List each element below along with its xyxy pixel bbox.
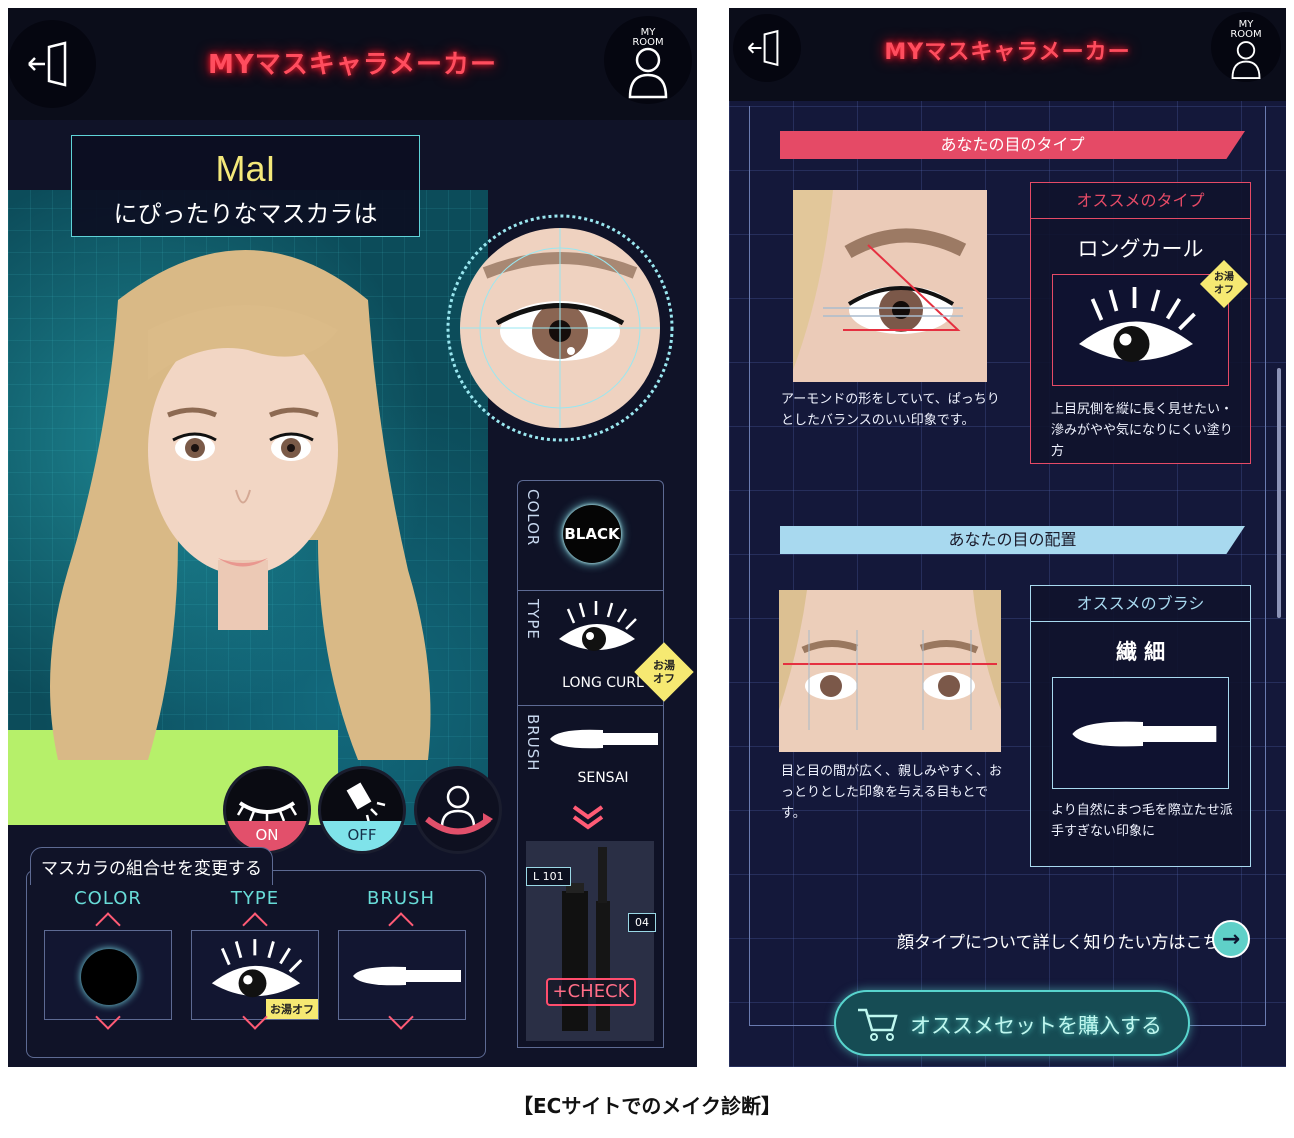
eye-type-description: アーモンドの形をしていて、ぱっちりとしたバランスのいい印象です。	[781, 392, 1000, 428]
myroom-button[interactable]: MY ROOM	[1211, 12, 1281, 82]
combo-color-head: COLOR	[74, 888, 142, 909]
brush-icon	[1072, 721, 1217, 747]
long-curl-eye-icon	[1079, 287, 1196, 362]
spotlight-icon	[346, 782, 386, 824]
myroom-button[interactable]: MY ROOM	[604, 16, 692, 104]
result-subtitle: にぴったりなマスカラは	[113, 200, 378, 228]
chevron-down-icon[interactable]	[568, 801, 608, 831]
combo-title: マスカラの組合せを変更する	[30, 847, 273, 885]
left-screen: MYマスキャラメーカー MY ROOM MaI にぴったりなマスカラは COLO…	[8, 8, 697, 1067]
recommended-brush-name: 繊 細	[1115, 640, 1166, 664]
myroom-label: MY ROOM	[1230, 19, 1262, 40]
light-toggle-label: OFF	[321, 821, 403, 851]
recommended-brush-box: オススメのブラシ 繊 細 より自然にまつ毛を際立たせ派手すぎない印象に	[1030, 585, 1251, 867]
recommended-brush-image	[1052, 677, 1229, 789]
app-title: MYマスキャラメーカー	[208, 50, 497, 80]
check-button[interactable]: +CHECK	[546, 978, 636, 1006]
color-label: COLOR	[524, 489, 542, 547]
light-toggle[interactable]: OFF	[318, 766, 406, 854]
right-screen: MYマスキャラメーカー MY ROOM あなたの目のタイプ アーモンドの形をして…	[729, 8, 1286, 1067]
header: MYマスキャラメーカー MY ROOM	[729, 8, 1286, 101]
eye-type-banner: あなたの目のタイプ	[780, 131, 1245, 159]
color-section: COLOR BLACK	[518, 481, 663, 591]
buy-set-label: オススメセットを購入する	[910, 1014, 1162, 1038]
recommended-brush-description: より自然にまつ毛を際立たせ派手すぎない印象に	[1051, 803, 1233, 839]
figure-caption: 【ECサイトでのメイク診断】	[513, 1094, 781, 1118]
hot-water-off-tag: お湯オフ	[266, 999, 318, 1019]
color-value-badge: BLACK	[563, 505, 621, 563]
type-section: TYPE LONG CURL お湯 オフ	[518, 591, 694, 706]
user-name: MaI	[215, 148, 276, 189]
app-title: MYマスキャラメーカー	[884, 40, 1131, 65]
result-name-box: MaI にぴったりなマスカラは	[71, 135, 420, 237]
avatar-illustration	[8, 250, 431, 825]
product-tag-right: 04	[628, 913, 656, 932]
recommended-brush-heading: オススメのブラシ	[1031, 586, 1250, 622]
brush-icon	[550, 729, 658, 749]
brush-section: BRUSH SENSAI	[518, 706, 663, 806]
cart-icon	[858, 1008, 898, 1041]
hot-water-off-text: お湯 オフ	[653, 659, 675, 685]
scrollbar[interactable]	[1277, 368, 1281, 618]
recommended-type-box: オススメのタイプ ロングカール お湯 オフ 上目尻側を縦に長く見せたい・滲みがや…	[1030, 182, 1251, 464]
header: MYマスキャラメーカー MY ROOM	[8, 8, 697, 120]
brush-value: SENSAI	[577, 770, 629, 786]
rotate-person-icon	[425, 785, 493, 835]
eye-type-photo	[793, 190, 987, 382]
long-curl-eye-icon	[559, 601, 637, 651]
arrow-right-icon[interactable]: →	[1212, 920, 1250, 958]
mascara-summary-panel: COLOR BLACK TYPE LONG CURL お湯 オフ BRUSH S…	[517, 480, 694, 1048]
type-label: TYPE	[524, 599, 542, 640]
eye-placement-banner: あなたの目の配置	[780, 526, 1245, 554]
brush-label: BRUSH	[524, 714, 542, 772]
brush-icon	[353, 966, 461, 986]
myroom-label: MY ROOM	[632, 27, 664, 48]
hot-water-off-text: お湯 オフ	[1214, 272, 1234, 296]
eye-spacing-analysis-image	[779, 590, 1001, 752]
recommended-type-heading: オススメのタイプ	[1031, 183, 1250, 219]
eye-shape-analysis-image	[793, 190, 987, 382]
eye-zoom-view	[446, 214, 674, 442]
combo-type-head: TYPE	[230, 888, 280, 909]
face-type-info-link[interactable]: 顔タイプについて詳しく知りたい方はこちら	[897, 928, 1237, 953]
rotate-avatar-button[interactable]	[414, 766, 502, 854]
product-tag-left: L 101	[526, 867, 571, 886]
eye-placement-description: 目と目の間が広く、親しみやすく、おっとりとした印象を与える目もとです。	[781, 764, 1003, 821]
recommended-type-name: ロングカール	[1077, 237, 1204, 261]
user-icon	[1231, 41, 1261, 79]
recommended-type-description: 上目尻側を縦に長く見せたい・滲みがやや気になりにくい塗り方	[1051, 402, 1234, 459]
eyelash-icon	[236, 801, 298, 824]
color-swatch	[81, 949, 137, 1005]
user-icon	[628, 47, 668, 99]
combo-brush-head: BRUSH	[367, 888, 435, 909]
lashes-toggle[interactable]: ON	[223, 766, 311, 854]
eye-placement-photo	[779, 590, 1001, 752]
buy-set-button[interactable]: オススメセットを購入する	[834, 990, 1190, 1056]
